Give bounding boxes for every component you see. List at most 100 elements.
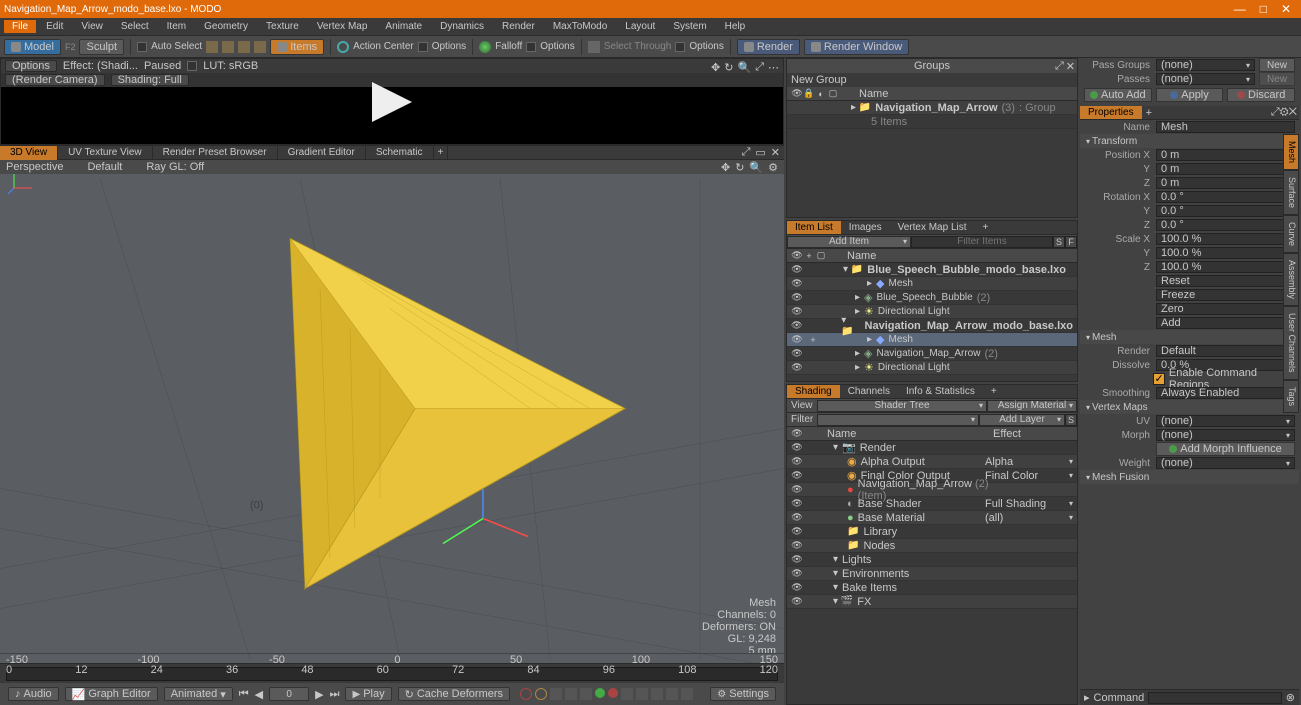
props-expand-icon[interactable]: ⤢: [1271, 106, 1280, 118]
menu-render[interactable]: Render: [494, 20, 543, 33]
shadingfilter-dropdown[interactable]: [817, 414, 979, 426]
reset-dropdown[interactable]: Reset: [1156, 275, 1295, 287]
play-first-icon[interactable]: ⏮: [239, 688, 249, 701]
viewtab-1[interactable]: UV Texture View: [58, 146, 153, 160]
command-clear-icon[interactable]: ⊗: [1286, 691, 1295, 704]
autoadd-button[interactable]: Auto Add: [1084, 88, 1152, 102]
cube4-icon[interactable]: [254, 41, 266, 53]
play-prev-icon[interactable]: ◀: [255, 688, 263, 701]
mesh-header[interactable]: Mesh: [1080, 330, 1299, 344]
model-mode-button[interactable]: Model: [4, 39, 61, 55]
frame-input[interactable]: 0: [269, 687, 309, 701]
lock-icon[interactable]: 🔒: [803, 88, 815, 99]
menu-file[interactable]: File: [4, 20, 36, 33]
actioncenter-label[interactable]: Action Center: [353, 41, 414, 52]
zero-dropdown[interactable]: Zero: [1156, 303, 1295, 315]
item-row[interactable]: 👁▾ 📁 Navigation_Map_Arrow_modo_base.lxo: [787, 319, 1077, 333]
actioncenter-icon[interactable]: [337, 41, 349, 53]
shading-row[interactable]: 👁📁 Nodes: [787, 539, 1077, 553]
preview-check[interactable]: [187, 61, 197, 71]
item-row[interactable]: 👁▸ ◆ Mesh: [787, 277, 1077, 291]
filter-f-button[interactable]: F: [1065, 236, 1077, 248]
itemtab-0[interactable]: Item List: [787, 221, 841, 234]
viewtab-4[interactable]: Schematic: [366, 146, 434, 160]
items-button[interactable]: Items: [270, 39, 324, 55]
viewtab-add[interactable]: +: [434, 146, 449, 160]
righttab-surface[interactable]: Surface: [1283, 170, 1299, 215]
key4-icon[interactable]: [621, 688, 633, 700]
vp-rot-icon[interactable]: ↻: [735, 161, 744, 174]
name-input[interactable]: Mesh: [1156, 121, 1295, 133]
menu-texture[interactable]: Texture: [258, 20, 307, 33]
preview-expand-icon[interactable]: ⤢: [755, 61, 764, 74]
preview-options[interactable]: Options: [5, 60, 57, 72]
sclz-input[interactable]: 100.0 %: [1156, 261, 1295, 273]
menu-view[interactable]: View: [73, 20, 111, 33]
rec4-icon[interactable]: [608, 688, 618, 698]
close-button[interactable]: ✕: [1281, 2, 1291, 16]
raygl-dropdown[interactable]: Ray GL: Off: [146, 161, 204, 173]
options3-check[interactable]: [675, 42, 685, 52]
vp-pan-icon[interactable]: ✥: [721, 161, 730, 174]
posy-input[interactable]: 0 m: [1156, 163, 1295, 175]
posx-input[interactable]: 0 m: [1156, 149, 1295, 161]
key2-icon[interactable]: [565, 688, 577, 700]
add-prop-tab[interactable]: +: [1142, 107, 1156, 119]
posz-input[interactable]: 0 m: [1156, 177, 1295, 189]
menu-select[interactable]: Select: [113, 20, 157, 33]
audio-button[interactable]: ♪Audio: [8, 687, 59, 701]
eye-icon[interactable]: 👁: [791, 88, 803, 99]
itemtab-add[interactable]: +: [975, 221, 997, 234]
shading-row[interactable]: 👁▾ Lights: [787, 553, 1077, 567]
falloff-icon[interactable]: [479, 41, 491, 53]
menu-geometry[interactable]: Geometry: [196, 20, 256, 33]
filter-s-button[interactable]: S: [1053, 236, 1065, 248]
vp-zoom-icon[interactable]: 🔍: [749, 161, 763, 174]
menu-vertexmap[interactable]: Vertex Map: [309, 20, 376, 33]
newgroup-button[interactable]: New Group: [791, 74, 847, 86]
righttab-curve[interactable]: Curve: [1283, 215, 1299, 253]
props-close-icon[interactable]: ✕: [1289, 106, 1297, 118]
menu-maxtomodo[interactable]: MaxToModo: [545, 20, 615, 33]
shading-row[interactable]: 👁◐ Base ShaderFull Shading▾: [787, 497, 1077, 511]
addlayer-dropdown[interactable]: Add Layer: [979, 414, 1065, 426]
shading-row[interactable]: 👁◉ Alpha OutputAlpha▾: [787, 455, 1077, 469]
freeze-dropdown[interactable]: Freeze: [1156, 289, 1295, 301]
preview-refresh-icon[interactable]: ↻: [724, 61, 733, 74]
preview-shading[interactable]: Shading: Full: [111, 74, 189, 86]
uv-dropdown[interactable]: (none): [1156, 415, 1295, 427]
default-dropdown[interactable]: Default: [87, 161, 122, 173]
shading-row[interactable]: 👁▾ 🎬 FX: [787, 595, 1077, 609]
selectthrough-icon[interactable]: [588, 41, 600, 53]
options1-check[interactable]: [418, 42, 428, 52]
item-row[interactable]: 👁▸ ☀ Directional Light: [787, 361, 1077, 375]
menu-animate[interactable]: Animate: [377, 20, 430, 33]
shading-row[interactable]: 👁▾ Environments: [787, 567, 1077, 581]
shadertree-dropdown[interactable]: Shader Tree: [817, 400, 987, 412]
shading-row[interactable]: 👁● Navigation_Map_Arrow (2) (Item): [787, 483, 1077, 497]
shadingtab-2[interactable]: Info & Statistics: [898, 385, 983, 398]
shading-row[interactable]: 👁▾ 📷 Render: [787, 441, 1077, 455]
settings-button[interactable]: ⚙ Settings: [710, 687, 776, 701]
item-row[interactable]: 👁▸ ◈ Blue_Speech_Bubble (2): [787, 291, 1077, 305]
item-row[interactable]: 👁▾ 📁 Blue_Speech_Bubble_modo_base.lxo: [787, 263, 1077, 277]
discard-button[interactable]: Discard: [1227, 88, 1295, 102]
shadingtab-add[interactable]: +: [983, 385, 1005, 398]
group-row[interactable]: ▸ 📁 Navigation_Map_Arrow (3) : Group: [787, 101, 1077, 115]
viewtab-3[interactable]: Gradient Editor: [278, 146, 366, 160]
item-row[interactable]: 👁+▸ ◆ Mesh: [787, 333, 1077, 347]
rotx-input[interactable]: 0.0 °: [1156, 191, 1295, 203]
vp-expand-icon[interactable]: ⤢: [742, 146, 751, 159]
cube3-icon[interactable]: [238, 41, 250, 53]
righttab-userchannels[interactable]: User Channels: [1283, 306, 1299, 380]
menu-help[interactable]: Help: [717, 20, 754, 33]
props-gear-icon[interactable]: ⚙: [1280, 106, 1289, 118]
rec2-icon[interactable]: [535, 688, 547, 700]
vp-min-icon[interactable]: ▭: [755, 146, 765, 159]
play-last-icon[interactable]: ⏭: [330, 688, 340, 701]
transform-header[interactable]: Transform: [1080, 134, 1299, 148]
rec1-icon[interactable]: [520, 688, 532, 700]
righttab-mesh[interactable]: Mesh: [1283, 134, 1299, 170]
shading-row[interactable]: 👁● Base Material(all)▾: [787, 511, 1077, 525]
key5-icon[interactable]: [636, 688, 648, 700]
